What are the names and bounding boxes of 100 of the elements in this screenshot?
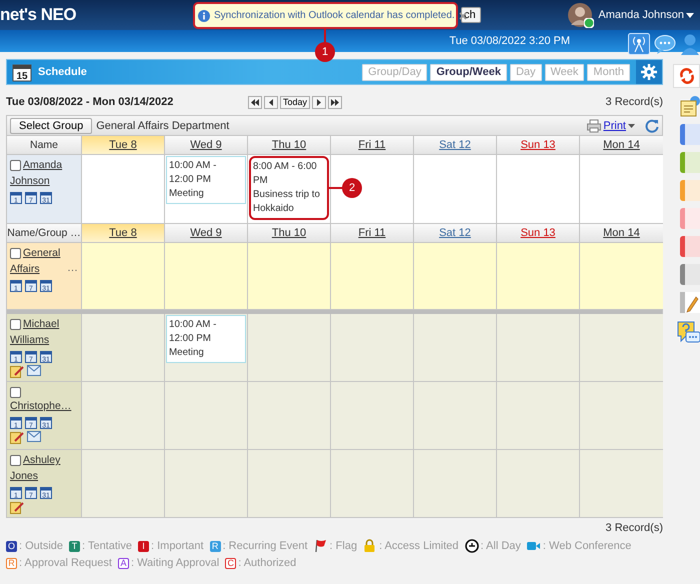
refresh-icon[interactable]: [645, 118, 659, 132]
person-icon[interactable]: [680, 33, 700, 55]
legend-label: : Tentative: [82, 540, 132, 552]
checkbox[interactable]: [10, 387, 21, 398]
color-tab[interactable]: [680, 124, 700, 145]
day-link[interactable]: Thu 10: [272, 139, 306, 151]
next-button[interactable]: [312, 96, 326, 108]
user-menu[interactable]: Amanda Johnson: [598, 9, 694, 21]
settings-button[interactable]: [636, 60, 662, 84]
legend-label: : Access Limited: [379, 540, 459, 552]
color-tab[interactable]: [680, 180, 700, 201]
color-tab[interactable]: [680, 152, 700, 173]
logo: net's NEO: [0, 5, 76, 25]
calendar-icon: 15: [12, 62, 32, 82]
info-icon: [198, 10, 210, 22]
event-time: 10:00 AM - 12:00 PM: [169, 318, 218, 346]
legend-label: : Waiting Approval: [130, 557, 220, 569]
lock-icon: [363, 539, 378, 553]
legend-label: : Web Conference: [542, 540, 632, 552]
previous-button[interactable]: [264, 96, 278, 108]
event-title: Meeting: [169, 187, 205, 201]
today-button[interactable]: Today: [280, 96, 310, 108]
legend-label: : All Day: [480, 540, 521, 552]
memo-icon[interactable]: [10, 501, 24, 514]
leader-line: [324, 29, 326, 43]
notes-icon[interactable]: [680, 95, 700, 117]
video-camera-icon: [526, 539, 541, 553]
event-time: 8:00 AM - 6:00 PM: [253, 160, 318, 188]
member-link[interactable]: Christophe…: [10, 384, 78, 414]
checkbox[interactable]: [10, 455, 21, 466]
day-link[interactable]: Sun 13: [520, 139, 556, 151]
record-count: 3 Record(s): [604, 522, 663, 534]
date-time: Tue 03/08/2022 3:20 PM: [449, 35, 570, 47]
record-count: 3 Record(s): [606, 96, 663, 108]
first-button[interactable]: [248, 96, 262, 108]
event-card[interactable]: 8:00 AM - 6:00 PM Business trip to Hokkaido: [249, 156, 329, 220]
color-tab[interactable]: [680, 264, 700, 285]
checkbox[interactable]: [10, 319, 21, 330]
legend-badge: C: [225, 558, 236, 568]
checkbox[interactable]: [10, 248, 21, 259]
day-link[interactable]: Fri 11: [358, 139, 386, 151]
chat-icon[interactable]: [654, 34, 676, 54]
legend-badge: T: [69, 540, 80, 552]
member-link[interactable]: Ashuley Jones: [10, 452, 78, 484]
event-title: Meeting: [169, 346, 205, 360]
day-link[interactable]: Tue 8: [109, 227, 137, 239]
member-link[interactable]: General Affairs: [10, 245, 66, 277]
leader-line: [329, 187, 343, 189]
color-tab[interactable]: [680, 208, 700, 229]
clock-icon: [464, 539, 479, 553]
legend-label: : Important: [150, 540, 204, 552]
caret-icon[interactable]: [628, 124, 635, 128]
color-tab[interactable]: [680, 236, 700, 257]
pencil-icon[interactable]: [680, 292, 700, 313]
legend-badge: R: [6, 558, 17, 568]
previous-icon: [267, 98, 275, 106]
next-icon: [315, 98, 324, 106]
event-title: Business trip to Hokkaido: [253, 188, 321, 216]
day-link[interactable]: Mon 14: [603, 227, 640, 239]
legend-badge: I: [138, 540, 149, 552]
print-link[interactable]: Print: [603, 120, 626, 132]
mail-icon[interactable]: [27, 365, 41, 376]
day-link[interactable]: Mon 14: [603, 139, 640, 151]
event-time: 10:00 AM - 12:00 PM: [169, 159, 218, 187]
date-range: Tue 03/08/2022 - Mon 03/14/2022: [6, 96, 174, 108]
printer-icon[interactable]: [587, 118, 602, 132]
notification-text: Synchronization with Outlook calendar has completed.: [214, 10, 455, 21]
day-link[interactable]: Sat 12: [439, 227, 471, 239]
legend-label: : Approval Request: [19, 557, 112, 569]
day-link[interactable]: Tue 8: [109, 139, 137, 151]
first-icon: [251, 98, 259, 106]
antenna-icon[interactable]: [628, 33, 650, 55]
sync-icon: [678, 68, 694, 84]
flag-icon: [314, 539, 328, 553]
select-group-button[interactable]: Select Group: [10, 118, 92, 134]
memo-icon[interactable]: [10, 365, 24, 378]
day-link[interactable]: Thu 10: [272, 227, 306, 239]
legend-label: : Flag: [330, 540, 358, 552]
memo-icon[interactable]: [10, 431, 24, 444]
event-card[interactable]: 10:00 AM - 12:00 PM Meeting: [166, 156, 246, 204]
day-link[interactable]: Wed 9: [190, 227, 222, 239]
caret-icon: [686, 12, 694, 18]
mail-icon[interactable]: [27, 431, 41, 442]
more-indicator: …: [67, 262, 78, 274]
event-card[interactable]: 10:00 AM - 12:00 PM Meeting: [166, 315, 246, 363]
last-icon: [331, 98, 340, 106]
member-link[interactable]: Michael Williams: [10, 316, 78, 348]
legend-badge: A: [118, 558, 129, 568]
day-link[interactable]: Sun 13: [520, 227, 556, 239]
legend-badge: O: [6, 540, 17, 552]
column-header: Name: [7, 136, 82, 154]
view-tab[interactable]: Group/Week: [430, 64, 507, 80]
member-link[interactable]: Amanda Johnson: [10, 157, 78, 189]
legend-label: : Authorized: [238, 557, 296, 569]
last-button[interactable]: [328, 96, 342, 108]
day-link[interactable]: Fri 11: [358, 227, 386, 239]
sync-button[interactable]: [673, 64, 700, 88]
day-link[interactable]: Wed 9: [190, 139, 222, 151]
checkbox[interactable]: [10, 160, 21, 171]
day-link[interactable]: Sat 12: [439, 139, 471, 151]
